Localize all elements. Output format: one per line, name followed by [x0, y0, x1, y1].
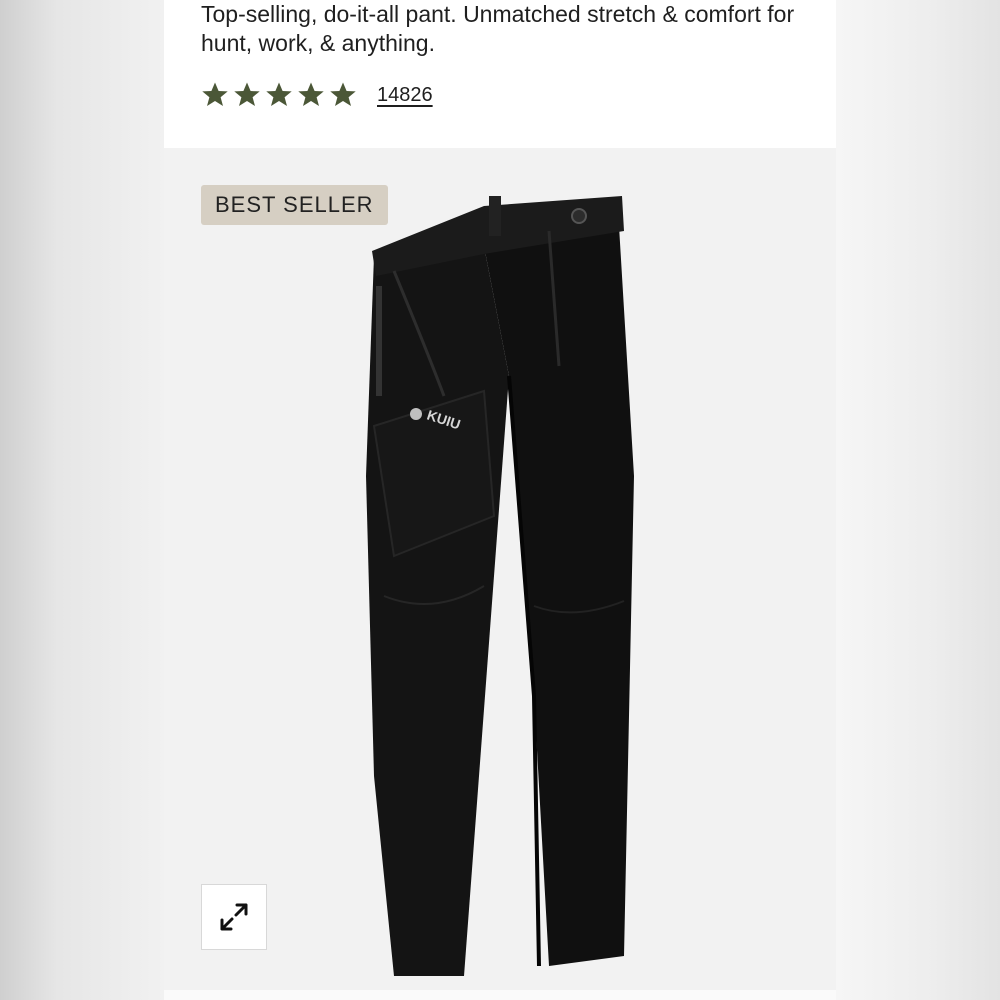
waist-button — [571, 208, 587, 224]
background-left — [0, 0, 164, 1000]
background-right — [836, 0, 1000, 1000]
belt-loop — [489, 196, 501, 236]
pants-right-leg — [484, 226, 634, 966]
expand-icon — [220, 903, 248, 931]
star-icon — [202, 82, 228, 106]
star-icon — [234, 82, 260, 106]
star-icon — [266, 82, 292, 106]
expand-button[interactable] — [201, 884, 267, 950]
product-card: Top-selling, do-it-all pant. Unmatched s… — [164, 0, 836, 1000]
bottom-strip — [164, 990, 836, 1000]
star-rating — [201, 81, 357, 109]
logo-mark — [410, 408, 422, 420]
review-count-link[interactable]: 14826 — [377, 84, 433, 107]
zipper — [376, 286, 382, 396]
rating-row: 14826 — [201, 80, 433, 110]
product-image-area[interactable]: BEST SELLER KUIU — [164, 148, 836, 990]
star-icon — [298, 82, 324, 106]
product-image: KUIU — [366, 196, 634, 976]
product-description: Top-selling, do-it-all pant. Unmatched s… — [201, 1, 795, 56]
star-icon — [330, 82, 356, 106]
pants-left-leg — [366, 246, 509, 976]
